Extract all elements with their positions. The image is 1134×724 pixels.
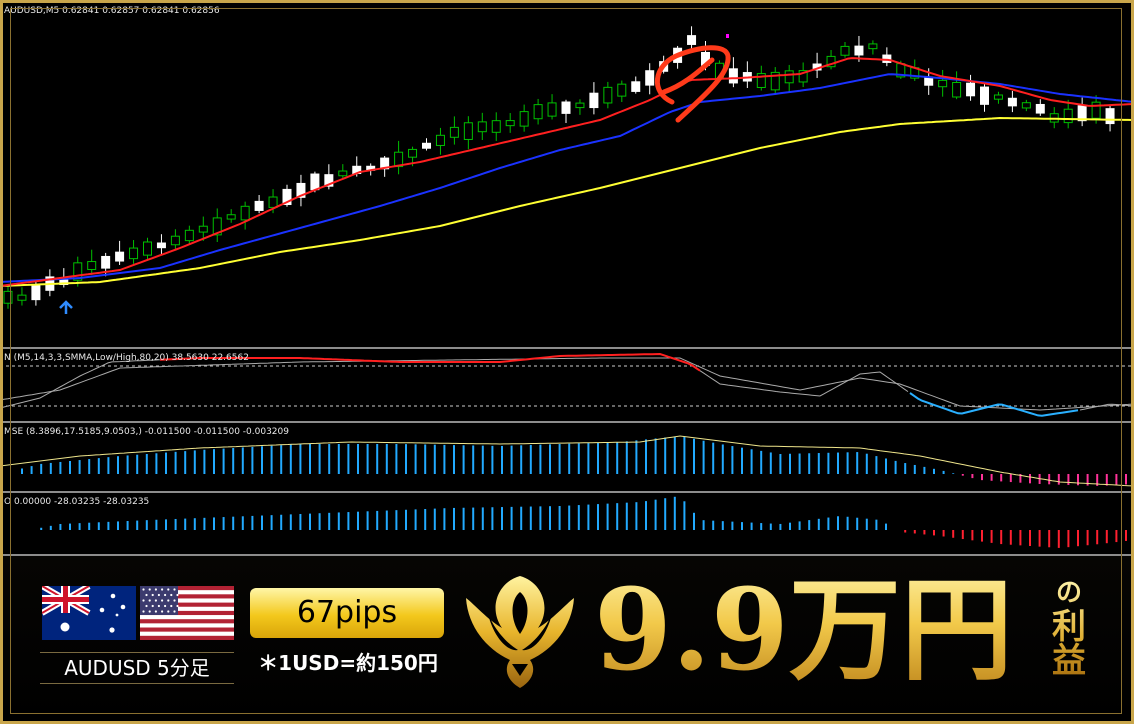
gold-frame bbox=[0, 0, 1134, 724]
